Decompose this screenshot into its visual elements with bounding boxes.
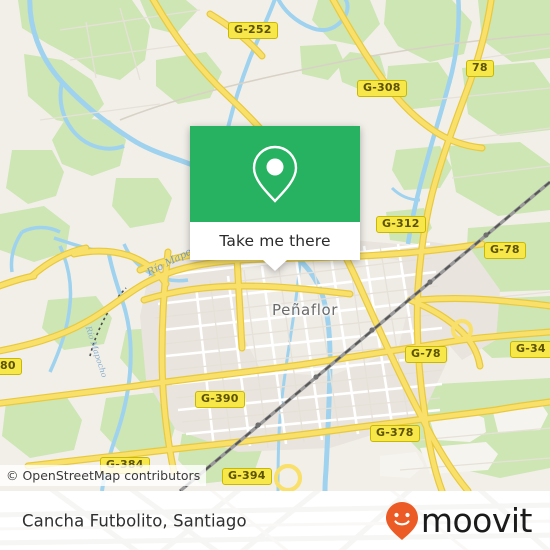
moovit-map-screenshot: Peñaflor Río Mapocho Río Mapocho G-252 G… xyxy=(0,0,550,550)
road-shield-g78-north[interactable]: G-78 xyxy=(484,242,526,259)
road-shield-g308[interactable]: G-308 xyxy=(357,80,407,97)
location-title: Cancha Futbolito, Santiago xyxy=(22,511,247,530)
moovit-smiley-pin-icon xyxy=(385,501,418,540)
moovit-brand[interactable]: moovit xyxy=(385,501,533,541)
map-canvas[interactable]: Peñaflor Río Mapocho Río Mapocho G-252 G… xyxy=(0,0,550,491)
osm-attribution-text: © OpenStreetMap contributors xyxy=(6,468,201,483)
road-shield-g390[interactable]: G-390 xyxy=(195,391,245,408)
road-shield-g252[interactable]: G-252 xyxy=(228,22,278,39)
road-shield-g78-south[interactable]: G-78 xyxy=(405,346,447,363)
road-shield-78[interactable]: 78 xyxy=(466,60,494,77)
osm-attribution[interactable]: © OpenStreetMap contributors xyxy=(0,465,207,486)
road-shield-g34[interactable]: G-34 xyxy=(510,341,550,358)
take-me-there-label: Take me there xyxy=(219,232,331,250)
popup-icon-area xyxy=(190,126,360,222)
location-popup-card[interactable]: Take me there xyxy=(190,126,360,271)
moovit-wordmark: moovit xyxy=(420,501,533,540)
footer-bar: Cancha Futbolito, Santiago moovit xyxy=(0,491,550,550)
road-shield-g312[interactable]: G-312 xyxy=(376,216,426,233)
place-label-penaflor: Peñaflor xyxy=(272,301,339,319)
road-shield-g394[interactable]: G-394 xyxy=(222,468,272,485)
map-pin-icon xyxy=(252,145,298,203)
popup-pointer-tip xyxy=(263,260,287,271)
popup-action-area[interactable]: Take me there xyxy=(190,222,360,260)
road-shield-80[interactable]: 80 xyxy=(0,358,22,375)
road-shield-g378[interactable]: G-378 xyxy=(370,425,420,442)
